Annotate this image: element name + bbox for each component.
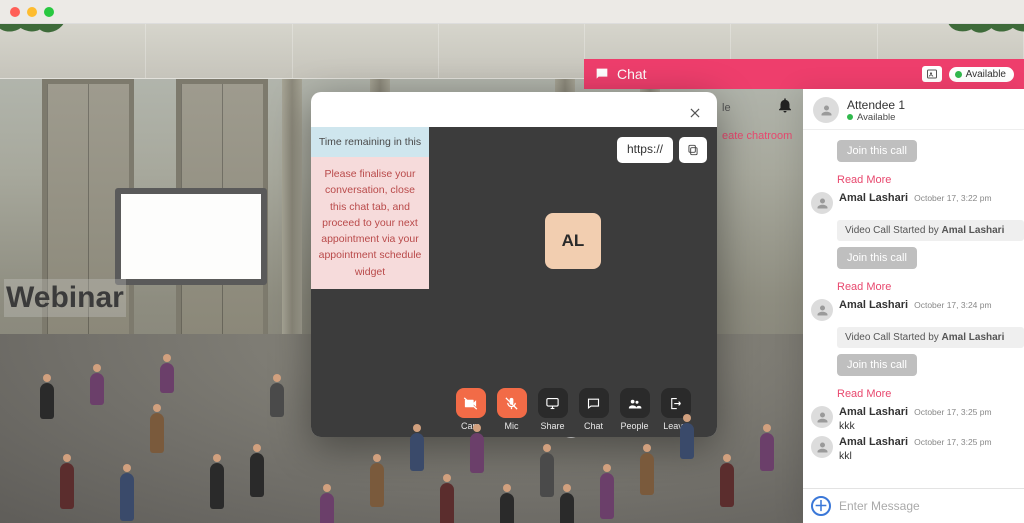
create-chatroom-link[interactable]: eate chatroom (722, 130, 792, 142)
avatar (811, 299, 833, 321)
video-call-modal: Time remaining in this Please finalise y… (311, 92, 717, 437)
chat-button[interactable] (579, 388, 609, 418)
status-dot-icon (955, 71, 962, 78)
close-button[interactable] (683, 101, 707, 125)
contacts-button[interactable] (922, 66, 942, 82)
share-url-field[interactable]: https:// (617, 137, 673, 163)
control-label: People (620, 421, 648, 431)
finalise-notice: Please finalise your conversation, close… (311, 157, 429, 289)
leave-button[interactable] (661, 388, 691, 418)
chat-panel: Attendee 1 Available Join this call Read … (803, 89, 1024, 523)
chat-header: Attendee 1 Available (803, 89, 1024, 130)
message-author: Amal Lashari (839, 192, 908, 204)
add-attachment-button[interactable]: ＋ (811, 496, 831, 516)
system-message: Video Call Started by Amal Lashari (837, 327, 1024, 348)
chat-icon (586, 396, 601, 411)
mic-icon (504, 396, 519, 411)
control-label: Mic (505, 421, 519, 431)
webinar-banner: Webinar (4, 279, 126, 317)
people-icon (627, 396, 642, 411)
people-button[interactable] (620, 388, 650, 418)
system-message: Video Call Started by Amal Lashari (837, 220, 1024, 241)
join-call-button[interactable]: Join this call (837, 354, 917, 376)
partial-text: le (722, 102, 731, 114)
chat-input-bar: ＋ (803, 488, 1024, 523)
leave-icon (668, 396, 683, 411)
control-label: Share (540, 421, 564, 431)
message-timestamp: October 17, 3:25 pm (914, 437, 992, 447)
chat-message: Amal Lashari October 17, 3:25 pm kkl (803, 434, 1024, 464)
presentation-screen (115, 188, 267, 285)
cam-button[interactable] (456, 388, 486, 418)
status-pill[interactable]: Available (949, 67, 1014, 82)
chat-icon (594, 66, 610, 82)
time-remaining-notice: Time remaining in this (311, 127, 429, 157)
control-label: Chat (584, 421, 603, 431)
status-label: Available (966, 69, 1006, 80)
minimize-dot-icon[interactable] (27, 7, 37, 17)
share-icon (545, 396, 560, 411)
attendee-status: Available (857, 112, 895, 123)
message-timestamp: October 17, 3:25 pm (914, 407, 992, 417)
message-author: Amal Lashari (839, 406, 908, 418)
status-dot-icon (847, 114, 853, 120)
chat-message: Amal Lashari October 17, 3:24 pm (803, 297, 1024, 323)
share-button[interactable] (538, 388, 568, 418)
message-timestamp: October 17, 3:22 pm (914, 193, 992, 203)
control-label: Leave (663, 421, 688, 431)
message-input[interactable] (839, 499, 1016, 513)
message-author: Amal Lashari (839, 436, 908, 448)
cam-icon (463, 396, 478, 411)
participant-avatar: AL (545, 213, 601, 269)
chat-title: Chat (617, 66, 647, 82)
join-call-button[interactable]: Join this call (837, 140, 917, 162)
attendee-name: Attendee 1 (847, 98, 905, 112)
chat-message-list[interactable]: Join this call Read More Amal Lashari Octob… (803, 130, 1024, 488)
message-author: Amal Lashari (839, 299, 908, 311)
read-more-link[interactable]: Read More (837, 388, 1024, 400)
copy-url-button[interactable] (679, 137, 707, 163)
chat-banner: Chat Available (584, 59, 1024, 89)
message-body: kkk (839, 420, 1014, 432)
avatar (813, 97, 839, 123)
avatar (811, 436, 833, 458)
join-call-button[interactable]: Join this call (837, 247, 917, 269)
control-label: Cam (461, 421, 480, 431)
bell-icon[interactable] (776, 96, 794, 114)
avatar (811, 192, 833, 214)
avatar (811, 406, 833, 428)
window-chrome (0, 0, 1024, 24)
message-timestamp: October 17, 3:24 pm (914, 300, 992, 310)
read-more-link[interactable]: Read More (837, 281, 1024, 293)
close-dot-icon[interactable] (10, 7, 20, 17)
message-body: kkl (839, 450, 1014, 462)
chat-message: Amal Lashari October 17, 3:22 pm (803, 190, 1024, 216)
maximize-dot-icon[interactable] (44, 7, 54, 17)
read-more-link[interactable]: Read More (837, 174, 1024, 186)
chat-message: Amal Lashari October 17, 3:25 pm kkk (803, 404, 1024, 434)
mic-button[interactable] (497, 388, 527, 418)
